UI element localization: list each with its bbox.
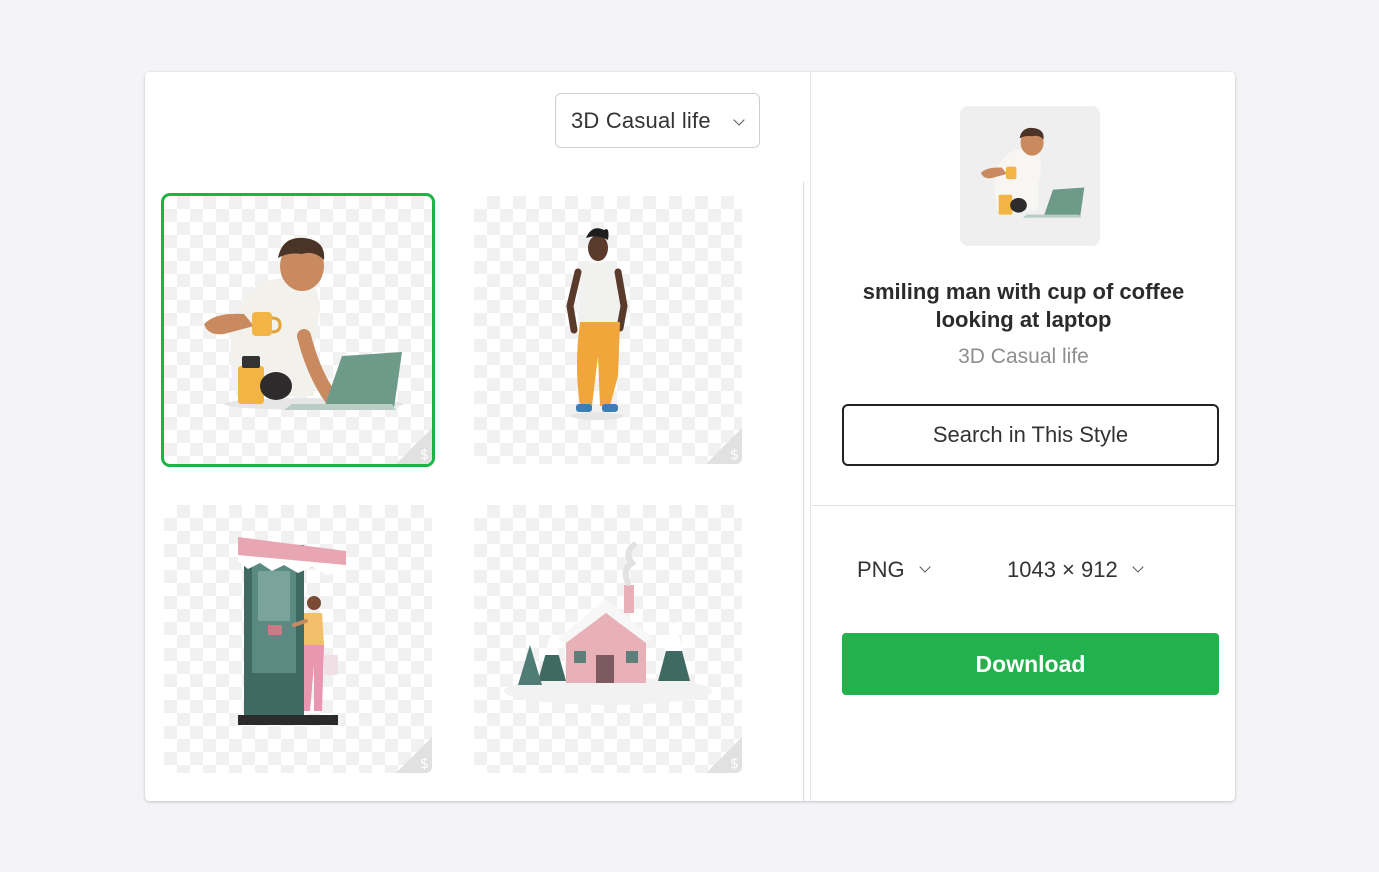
dollar-icon: $ [706, 428, 742, 464]
shop-door-illustration [238, 537, 346, 725]
snowy-house-illustration [504, 542, 712, 705]
illustration-title: smiling man with cup of coffee looking a… [862, 279, 1185, 332]
style-filter-label: 3D Casual life [571, 107, 711, 133]
format-value: PNG [857, 557, 905, 582]
illustration-tile-shop-door[interactable]: $ [164, 505, 432, 773]
dollar-icon: $ [396, 428, 432, 464]
illustration-panel: 3D Casual life $ $ $ $ smiling man with … [145, 72, 1235, 801]
search-in-style-button[interactable]: Search in This Style [842, 404, 1219, 466]
svg-text:$: $ [730, 756, 739, 772]
results-pane: 3D Casual life $ $ $ $ [145, 72, 810, 801]
chevron-down-icon [919, 561, 931, 573]
scrollbar-track[interactable] [803, 182, 804, 801]
dollar-icon: $ [396, 737, 432, 773]
standing-man-illustration [566, 228, 628, 420]
details-pane: smiling man with cup of coffee looking a… [810, 72, 1235, 801]
selected-preview-thumbnail [960, 106, 1100, 246]
man-laptop-illustration [204, 237, 404, 410]
illustration-style-name: 3D Casual life [958, 345, 1089, 368]
svg-text:$: $ [730, 447, 739, 463]
illustration-tile-snowy-house[interactable]: $ [474, 505, 742, 773]
format-dropdown[interactable]: PNG [857, 552, 931, 588]
chevron-down-icon [733, 114, 745, 126]
svg-text:$: $ [420, 756, 429, 772]
style-filter-dropdown[interactable]: 3D Casual life [555, 93, 760, 148]
size-dropdown[interactable]: 1043 × 912 [1007, 552, 1144, 588]
section-divider [811, 505, 1235, 506]
man-laptop-thumbnail-illustration [980, 127, 1085, 218]
svg-text:$: $ [420, 447, 429, 463]
size-value: 1043 × 912 [1007, 557, 1118, 582]
chevron-down-icon [1132, 561, 1144, 573]
illustration-tile-coffee-laptop[interactable]: $ [164, 196, 432, 464]
illustration-tile-standing-man[interactable]: $ [474, 196, 742, 464]
download-button[interactable]: Download [842, 633, 1219, 695]
dollar-icon: $ [706, 737, 742, 773]
